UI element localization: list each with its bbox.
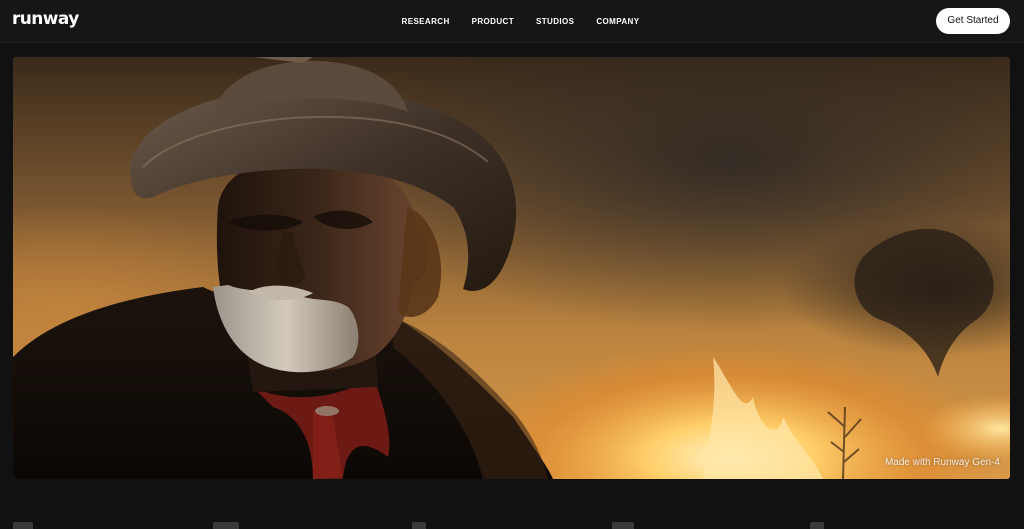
nav-research[interactable]: RESEARCH — [402, 16, 450, 28]
hero-video-frame — [13, 57, 1010, 479]
nav-company[interactable]: COMPANY — [596, 16, 639, 28]
hero-video[interactable]: Made with Runway Gen-4 — [13, 57, 1010, 479]
below-fold-item — [810, 522, 824, 529]
video-caption: Made with Runway Gen-4 — [884, 457, 1000, 468]
below-fold-item — [612, 522, 634, 529]
below-fold-item — [213, 522, 239, 529]
nav-studios[interactable]: STUDIOS — [536, 16, 574, 28]
page: runway RESEARCH PRODUCT STUDIOS COMPANY … — [0, 0, 1024, 529]
top-navigation-bar: runway RESEARCH PRODUCT STUDIOS COMPANY … — [0, 0, 1024, 43]
below-fold-item — [412, 522, 426, 529]
below-fold-content — [0, 522, 1024, 529]
get-started-button[interactable]: Get Started — [936, 8, 1010, 34]
main-nav: RESEARCH PRODUCT STUDIOS COMPANY — [0, 16, 1024, 28]
nav-product[interactable]: PRODUCT — [472, 16, 514, 28]
below-fold-item — [13, 522, 33, 529]
